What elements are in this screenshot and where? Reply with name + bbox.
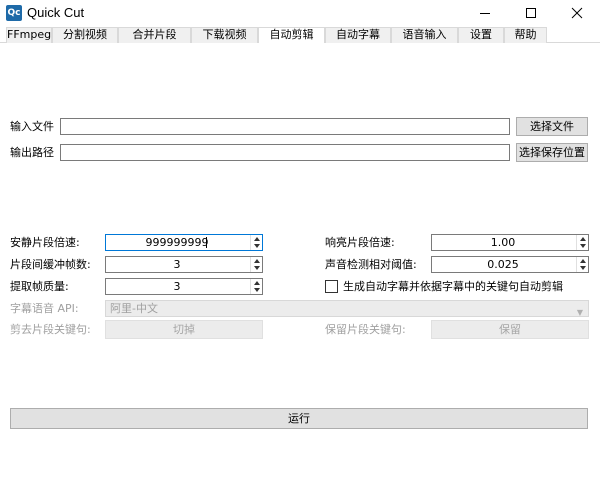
cut-keyword-button[interactable]: 切掉 bbox=[105, 320, 263, 339]
close-button[interactable] bbox=[554, 0, 600, 27]
threshold-value: 0.025 bbox=[487, 258, 519, 271]
buffer-frames-label: 片段间缓冲帧数: bbox=[10, 258, 91, 271]
tab-download-video[interactable]: 下载视频 bbox=[191, 27, 258, 43]
tab-help[interactable]: 帮助 bbox=[504, 27, 547, 43]
keep-keyword-label: 保留片段关键句: bbox=[325, 323, 406, 336]
tab-ffmpeg[interactable]: FFmpeg bbox=[6, 27, 52, 43]
buffer-frames-value: 3 bbox=[173, 258, 181, 271]
maximize-icon bbox=[526, 8, 536, 18]
input-file-field[interactable] bbox=[60, 118, 510, 135]
arrow-up-icon[interactable] bbox=[580, 259, 586, 263]
auto-subtitle-checkbox-label[interactable]: 生成自动字幕并依据字幕中的关键句自动剪辑 bbox=[343, 278, 563, 295]
silent-speed-spinbox[interactable]: 999999999 bbox=[105, 234, 263, 251]
arrow-down-icon[interactable] bbox=[254, 288, 260, 292]
tab-voice-input[interactable]: 语音输入 bbox=[391, 27, 458, 43]
tab-merge-clips[interactable]: 合并片段 bbox=[118, 27, 191, 43]
arrow-down-icon[interactable] bbox=[254, 244, 260, 248]
subtitle-api-label: 字幕语音 API: bbox=[10, 302, 79, 315]
output-path-field[interactable] bbox=[60, 144, 510, 161]
select-file-button[interactable]: 选择文件 bbox=[516, 117, 588, 136]
arrow-down-icon[interactable] bbox=[580, 266, 586, 270]
frame-quality-value: 3 bbox=[173, 280, 181, 293]
app-icon: Qc bbox=[6, 5, 22, 21]
buffer-frames-spinbox[interactable]: 3 bbox=[105, 256, 263, 273]
spin-arrows[interactable] bbox=[250, 235, 262, 250]
arrow-up-icon[interactable] bbox=[254, 237, 260, 241]
tab-settings[interactable]: 设置 bbox=[458, 27, 504, 43]
tab-auto-edit[interactable]: 自动剪辑 bbox=[258, 27, 325, 44]
auto-edit-panel: 输入文件 选择文件 输出路径 选择保存位置 安静片段倍速: 999999999 … bbox=[0, 43, 600, 493]
arrow-up-icon[interactable] bbox=[580, 237, 586, 241]
frame-quality-label: 提取帧质量: bbox=[10, 280, 69, 293]
threshold-label: 声音检测相对阈值: bbox=[325, 258, 417, 271]
output-path-label: 输出路径 bbox=[10, 146, 54, 159]
silent-speed-value: 999999999 bbox=[145, 236, 209, 249]
chevron-down-icon: ▼ bbox=[576, 308, 583, 317]
subtitle-api-select[interactable]: 阿里-中文 ▼ bbox=[105, 300, 589, 317]
select-save-location-button[interactable]: 选择保存位置 bbox=[516, 143, 588, 162]
subtitle-api-selected: 阿里-中文 bbox=[110, 302, 158, 315]
tab-split-video[interactable]: 分割视频 bbox=[52, 27, 118, 43]
spin-arrows[interactable] bbox=[250, 257, 262, 272]
silent-speed-label: 安静片段倍速: bbox=[10, 236, 80, 249]
threshold-spinbox[interactable]: 0.025 bbox=[431, 256, 589, 273]
spin-arrows[interactable] bbox=[250, 279, 262, 294]
cut-keyword-label: 剪去片段关键句: bbox=[10, 323, 91, 336]
loud-speed-value: 1.00 bbox=[490, 236, 516, 249]
spin-arrows[interactable] bbox=[576, 257, 588, 272]
text-caret bbox=[206, 237, 207, 248]
auto-subtitle-checkbox[interactable] bbox=[325, 280, 338, 293]
minimize-button[interactable] bbox=[462, 0, 508, 27]
input-file-label: 输入文件 bbox=[10, 120, 54, 133]
arrow-down-icon[interactable] bbox=[580, 244, 586, 248]
loud-speed-spinbox[interactable]: 1.00 bbox=[431, 234, 589, 251]
window-title: Quick Cut bbox=[27, 5, 85, 20]
loud-speed-label: 响亮片段倍速: bbox=[325, 236, 395, 249]
arrow-up-icon[interactable] bbox=[254, 281, 260, 285]
spin-arrows[interactable] bbox=[576, 235, 588, 250]
maximize-button[interactable] bbox=[508, 0, 554, 27]
tab-bar: FFmpeg 分割视频 合并片段 下载视频 自动剪辑 自动字幕 语音输入 设置 … bbox=[0, 27, 600, 44]
tab-auto-subtitle[interactable]: 自动字幕 bbox=[325, 27, 391, 43]
close-icon bbox=[571, 7, 583, 19]
arrow-up-icon[interactable] bbox=[254, 259, 260, 263]
arrow-down-icon[interactable] bbox=[254, 266, 260, 270]
title-bar[interactable]: Qc Quick Cut bbox=[0, 0, 600, 27]
keep-keyword-button[interactable]: 保留 bbox=[431, 320, 589, 339]
frame-quality-spinbox[interactable]: 3 bbox=[105, 278, 263, 295]
minimize-icon bbox=[480, 13, 490, 14]
run-button[interactable]: 运行 bbox=[10, 408, 588, 429]
